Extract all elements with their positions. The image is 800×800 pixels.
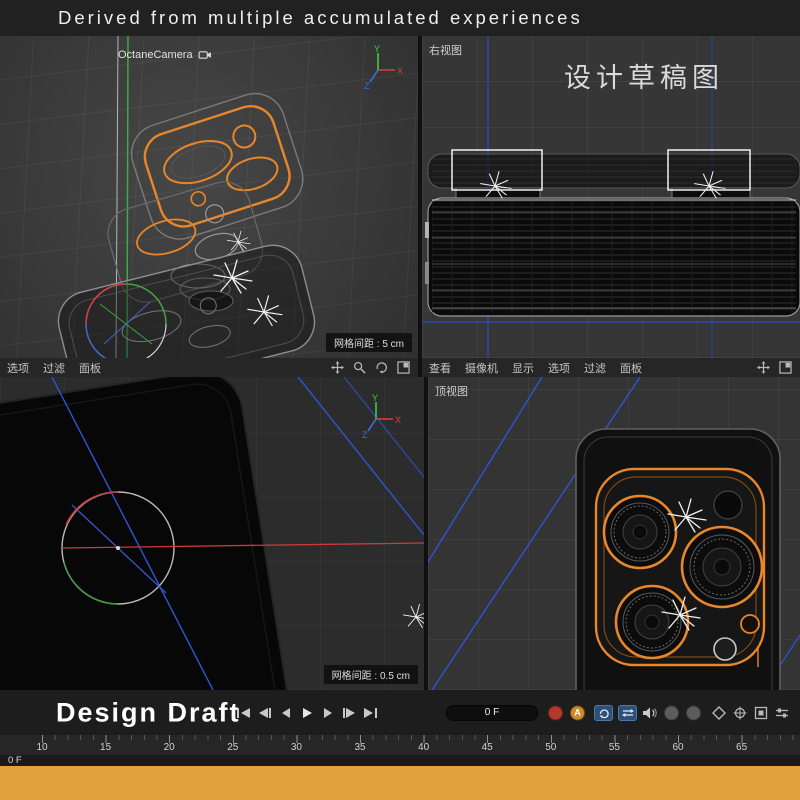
transport-controls xyxy=(236,707,378,719)
autokey-button[interactable]: A xyxy=(570,705,585,720)
menu-item-display[interactable]: 显示 xyxy=(512,360,534,376)
ruler-tick: 55 xyxy=(609,742,620,753)
ruler-tick: 65 xyxy=(736,742,747,753)
menu-item-view[interactable]: 查看 xyxy=(429,360,451,376)
next-frame-icon[interactable] xyxy=(320,707,336,719)
grid-spacing-text: 网格间距 : 0.5 cm xyxy=(332,671,410,682)
design-draft-watermark: Design Draft xyxy=(56,697,241,728)
ruler-tick: 50 xyxy=(545,742,556,753)
axis-x-label: X xyxy=(397,66,403,76)
menu-item-cameras[interactable]: 摄像机 xyxy=(465,360,498,376)
ruler-tick: 40 xyxy=(418,742,429,753)
play-icon[interactable] xyxy=(299,707,315,719)
viewport-back-view[interactable]: Y X Z 网格间距 : 0.5 cm xyxy=(0,377,424,690)
menu-item-filter[interactable]: 过滤 xyxy=(584,360,606,376)
top-view-scene-sketch xyxy=(428,377,800,690)
ruler-tick: 30 xyxy=(291,742,302,753)
menu-item-panel[interactable]: 面板 xyxy=(620,360,642,376)
frame-icon[interactable] xyxy=(754,706,768,720)
viewport-nav-icons xyxy=(757,361,800,374)
ruler-tick: 45 xyxy=(482,742,493,753)
perspective-scene-sketch xyxy=(0,36,418,358)
top-caption-text: Derived from multiple accumulated experi… xyxy=(58,7,583,29)
axis-gizmo: Y X Z xyxy=(362,393,402,444)
viewport-pan-icon[interactable] xyxy=(331,361,344,374)
keyframe-mode-button[interactable] xyxy=(618,705,637,721)
ruler-tick: 10 xyxy=(36,742,47,753)
ruler-tick: 35 xyxy=(354,742,365,753)
app-window: Derived from multiple accumulated experi… xyxy=(0,0,800,800)
range-start-label: 0 F xyxy=(8,755,22,766)
viewport-maximize-icon[interactable] xyxy=(397,361,410,374)
timeline-right-tools xyxy=(712,706,789,720)
top-caption-bar: Derived from multiple accumulated experi… xyxy=(0,0,800,36)
grid-spacing-chip: 网格间距 : 5 cm xyxy=(326,333,412,352)
ruler-tick: 60 xyxy=(672,742,683,753)
viewport-menubar-left: 选项 过滤 面板 xyxy=(0,358,418,377)
design-sketch-watermark: 设计草稿图 xyxy=(564,56,724,95)
timeline-range-slider[interactable] xyxy=(0,766,800,800)
ruler-tick: 25 xyxy=(227,742,238,753)
axis-y-label: Y xyxy=(374,44,380,54)
current-frame-value: 0 F xyxy=(485,707,499,718)
autokey-letter: A xyxy=(574,708,581,718)
ruler-tick: 20 xyxy=(164,742,175,753)
viewport-zoom-icon[interactable] xyxy=(353,361,366,374)
top-view-label: 顶视图 xyxy=(435,383,468,399)
timeline-ruler[interactable]: 10 15 20 25 30 35 40 45 50 55 60 65 xyxy=(0,735,800,755)
back-view-scene-sketch xyxy=(0,377,424,690)
viewport-right-view[interactable]: 右视图 设计草稿图 xyxy=(422,36,800,358)
grid-spacing-chip: 网格间距 : 0.5 cm xyxy=(324,665,418,684)
target-icon[interactable] xyxy=(733,706,747,720)
current-frame-field[interactable]: 0 F xyxy=(446,705,538,721)
viewport-rotate-icon[interactable] xyxy=(375,361,388,374)
parameter-toggle-button[interactable] xyxy=(686,705,701,720)
prev-frame-icon[interactable] xyxy=(278,707,294,719)
timeline-toolbar: Design Draft 0 F A xyxy=(0,690,800,735)
camera-icon xyxy=(198,50,212,60)
axis-x-label: X xyxy=(395,415,401,425)
goto-end-icon[interactable] xyxy=(362,707,378,719)
right-view-label: 右视图 xyxy=(429,42,462,58)
menu-item-options[interactable]: 选项 xyxy=(7,360,29,376)
axis-gizmo: Y X Z xyxy=(364,44,404,95)
viewport-menubar-right: 查看 摄像机 显示 选项 过滤 面板 xyxy=(422,358,800,377)
keyframe-toggle-button[interactable] xyxy=(664,705,679,720)
ruler-tick: 15 xyxy=(100,742,111,753)
grid-spacing-text: 网格间距 : 5 cm xyxy=(334,339,404,350)
sound-icon[interactable] xyxy=(642,707,657,719)
timeline-range-row: 0 F xyxy=(0,755,800,766)
octane-camera-label: OctaneCamera xyxy=(118,49,193,61)
prev-key-icon[interactable] xyxy=(257,707,273,719)
goto-start-icon[interactable] xyxy=(236,707,252,719)
menu-item-filter[interactable]: 过滤 xyxy=(43,360,65,376)
record-button[interactable] xyxy=(548,705,563,720)
camera-label-row[interactable]: OctaneCamera xyxy=(118,49,212,61)
viewport-perspective[interactable]: OctaneCamera Y X Z 网格间距 : 5 cm xyxy=(0,36,418,358)
menu-item-options[interactable]: 选项 xyxy=(548,360,570,376)
viewport-pan-icon[interactable] xyxy=(757,361,770,374)
viewport-top-view[interactable]: 顶视图 xyxy=(428,377,800,690)
viewport-nav-icons xyxy=(331,361,418,374)
next-key-icon[interactable] xyxy=(341,707,357,719)
menu-item-panel[interactable]: 面板 xyxy=(79,360,101,376)
axis-z-label: Z xyxy=(364,81,370,90)
loop-mode-button[interactable] xyxy=(594,705,613,721)
viewport-maximize-icon[interactable] xyxy=(779,361,792,374)
keyframe-diamond-icon[interactable] xyxy=(712,706,726,720)
sliders-icon[interactable] xyxy=(775,706,789,720)
axis-y-label: Y xyxy=(372,393,378,403)
axis-z-label: Z xyxy=(362,430,368,439)
